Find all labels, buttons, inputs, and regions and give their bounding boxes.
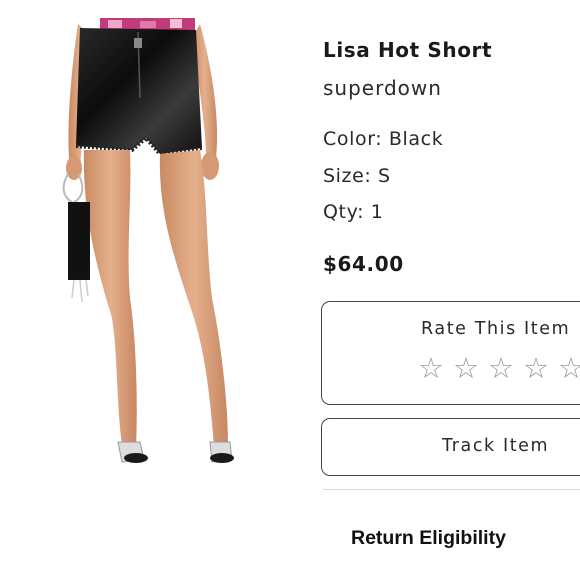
track-item-button[interactable]: Track Item [321,418,580,476]
return-eligibility-link[interactable]: Return Eligibility [351,527,506,550]
product-brand: superdown [323,76,442,100]
star-icon-2[interactable]: ☆ [451,352,481,384]
product-size: Size: S [323,165,391,187]
product-color: Color: Black [323,128,444,150]
product-image [60,18,260,480]
product-photo-illustration [62,18,234,463]
star-icon-3[interactable]: ☆ [486,352,516,384]
rate-item-box: Rate This Item ☆ ☆ ☆ ☆ ☆ [321,301,580,405]
divider [323,489,580,490]
rate-item-label: Rate This Item [421,319,571,339]
product-qty: Qty: 1 [323,201,384,223]
product-details: Lisa Hot Short superdown Color: Black Si… [321,0,580,580]
star-icon-4[interactable]: ☆ [521,352,551,384]
star-rating[interactable]: ☆ ☆ ☆ ☆ ☆ [416,352,580,384]
star-icon-1[interactable]: ☆ [416,352,446,384]
star-icon-5[interactable]: ☆ [556,352,580,384]
product-title: Lisa Hot Short [323,38,493,62]
track-item-label: Track Item [442,436,550,456]
product-price: $64.00 [323,252,404,276]
